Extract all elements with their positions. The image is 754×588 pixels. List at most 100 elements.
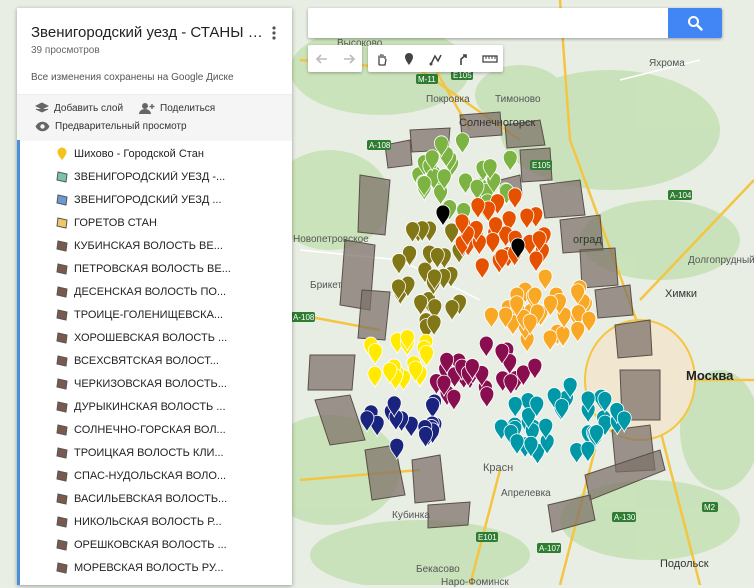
polygon-icon (55, 423, 69, 437)
polygon-icon (55, 446, 69, 460)
polygon-icon (55, 331, 69, 345)
layer-item[interactable]: ДЕСЕНСКАЯ ВОЛОСТЬ ПО... (20, 280, 292, 303)
map-label-moskva: Москва (686, 368, 734, 383)
preview-label: Предварительный просмотр (55, 121, 187, 132)
layer-label: ДЕСЕНСКАЯ ВОЛОСТЬ ПО... (74, 285, 227, 298)
redo-button[interactable] (335, 45, 362, 72)
add-marker-button[interactable] (395, 45, 422, 72)
layer-item[interactable]: ВСЕХСВЯТСКАЯ ВОЛОСТ... (20, 349, 292, 372)
polygon-icon (55, 170, 69, 184)
layer-label: ВАСИЛЬЕВСКАЯ ВОЛОСТЬ... (74, 492, 228, 505)
map-title[interactable]: Звенигородский уезд - СТАНЫ В... (31, 24, 263, 41)
layer-item[interactable]: ТРОИЦЕ-ГОЛЕНИЩЕВСКА... (20, 303, 292, 326)
map-label-briket: Брикет (310, 280, 343, 291)
layers-icon (35, 102, 49, 113)
layer-label: ПЕТРОВСКАЯ ВОЛОСТЬ ВЕ... (74, 262, 231, 275)
layer-item[interactable]: Шихово - Городской Стан (20, 142, 292, 165)
layer-label: ЧЕРКИЗОВСКАЯ ВОЛОСТЬ... (74, 377, 227, 390)
map-label-timonovo: Тимоново (495, 94, 541, 105)
layer-label: ЗВЕНИГОРОДСКИЙ УЕЗД ... (74, 193, 222, 206)
layer-label: КУБИНСКАЯ ВОЛОСТЬ ВЕ... (74, 239, 223, 252)
polygon-icon (55, 216, 69, 230)
polygon-icon (55, 377, 69, 391)
layer-item[interactable]: МОРЕВСКАЯ ВОЛОСТЬ РУ... (20, 556, 292, 579)
map-label-yakhroma: Яхрома (649, 58, 685, 69)
polygon-icon (55, 492, 69, 506)
measure-button[interactable] (476, 45, 503, 72)
layer-item[interactable]: КУБИНСКАЯ ВОЛОСТЬ ВЕ... (20, 234, 292, 257)
directions-button[interactable] (449, 45, 476, 72)
map-label-khimki: Химки (665, 288, 698, 300)
layer-item[interactable]: СПАС-НУДОЛЬСКАЯ ВОЛО... (20, 464, 292, 487)
road-shield: E105 (532, 161, 551, 170)
map-label-naro-fominsk: Наро-Фоминск (441, 577, 509, 588)
map-label-novopetrovskoe: Новопетровское (293, 234, 369, 245)
polygon-icon (55, 515, 69, 529)
marker-icon (404, 52, 413, 65)
draw-line-button[interactable] (422, 45, 449, 72)
layer-item[interactable]: ГОРЕТОВ СТАН (20, 211, 292, 234)
polygon-icon (55, 308, 69, 322)
polygon-icon (55, 561, 69, 575)
search-box (308, 8, 722, 38)
search-button[interactable] (668, 8, 722, 38)
layer-item[interactable]: ПЕТРОВСКАЯ ВОЛОСТЬ ВЕ... (20, 257, 292, 280)
polygon-icon (55, 354, 69, 368)
map-label-pokrovka: Покровка (426, 94, 470, 105)
polygon-icon (55, 285, 69, 299)
more-options-button[interactable] (268, 25, 280, 41)
road-shield: A-108 (369, 141, 391, 150)
search-input[interactable] (308, 8, 663, 38)
layer-label: ХОРОШЕВСКАЯ ВОЛОСТЬ ... (74, 331, 228, 344)
layer-item[interactable]: ЗВЕНИГОРОДСКИЙ УЕЗД ... (20, 188, 292, 211)
undo-button[interactable] (308, 45, 335, 72)
layer-item[interactable]: ЗВЕНИГОРОДСКИЙ УЕЗД -... (20, 165, 292, 188)
polygon-icon (55, 538, 69, 552)
layer-item[interactable]: ВАСИЛЬЕВСКАЯ ВОЛОСТЬ... (20, 487, 292, 510)
layer-item[interactable]: ДУРЫКИНСКАЯ ВОЛОСТЬ ... (20, 395, 292, 418)
road-shield: M-11 (418, 75, 436, 84)
polygon-icon (55, 239, 69, 253)
layer-item[interactable]: ЧЕРКИЗОВСКАЯ ВОЛОСТЬ... (20, 372, 292, 395)
road-shield: A-107 (539, 544, 561, 553)
map-label-bekasovo: Бекасово (416, 564, 460, 575)
map-label-lobnya: оград (573, 234, 602, 246)
panel-header: Звенигородский уезд - СТАНЫ В... 39 прос… (17, 8, 292, 94)
pan-tool-button[interactable] (368, 45, 395, 72)
layer-label: ТРОИЦЕ-ГОЛЕНИЩЕВСКА... (74, 308, 224, 321)
layer-item[interactable]: ХОРОШЕВСКАЯ ВОЛОСТЬ ... (20, 326, 292, 349)
polygon-icon (55, 262, 69, 276)
save-status: Все изменения сохранены на Google Диске (31, 72, 234, 83)
redo-icon (343, 53, 355, 64)
view-count: 39 просмотров (31, 45, 100, 56)
layer-item[interactable]: Бр Вол И С... (20, 579, 292, 586)
polygon-icon (55, 193, 69, 207)
search-icon (688, 16, 703, 31)
map-label-kubinka: Кубинка (392, 510, 430, 521)
layer-item[interactable]: СОЛНЕЧНО-ГОРСКАЯ ВОЛ... (20, 418, 292, 441)
road-shield: M2 (704, 503, 716, 512)
map-label-krasn: Красн (483, 462, 514, 474)
share-button[interactable]: Поделиться (139, 102, 215, 115)
map-toolbar (308, 45, 503, 72)
ruler-icon (481, 54, 498, 63)
layer-label: ТРОИЦКАЯ ВОЛОСТЬ КЛИ... (74, 446, 224, 459)
map-label-solnechnogorsk: Солнечногорск (459, 117, 536, 129)
road-shield: A-130 (614, 513, 636, 522)
preview-button[interactable]: Предварительный просмотр (35, 121, 187, 132)
layer-label: СОЛНЕЧНО-ГОРСКАЯ ВОЛ... (74, 423, 226, 436)
polygon-icon (55, 469, 69, 483)
layer-item[interactable]: ТРОИЦКАЯ ВОЛОСТЬ КЛИ... (20, 441, 292, 464)
road-shield: E105 (453, 71, 472, 80)
road-shield: E101 (478, 533, 497, 542)
layer-label: ГОРЕТОВ СТАН (74, 216, 157, 229)
road-shield: A-104 (670, 191, 692, 200)
road-shield: A-108 (293, 313, 315, 322)
layer-label: ДУРЫКИНСКАЯ ВОЛОСТЬ ... (74, 400, 226, 413)
layer-item[interactable]: ОРЕШКОВСКАЯ ВОЛОСТЬ ... (20, 533, 292, 556)
directions-icon (459, 53, 467, 65)
layer-item[interactable]: НИКОЛЬСКАЯ ВОЛОСТЬ Р... (20, 510, 292, 533)
map-label-dolgoprudny: Долгопрудный (688, 255, 754, 266)
layer-label: ВСЕХСВЯТСКАЯ ВОЛОСТ... (74, 354, 219, 367)
add-layer-button[interactable]: Добавить слой (35, 102, 123, 115)
